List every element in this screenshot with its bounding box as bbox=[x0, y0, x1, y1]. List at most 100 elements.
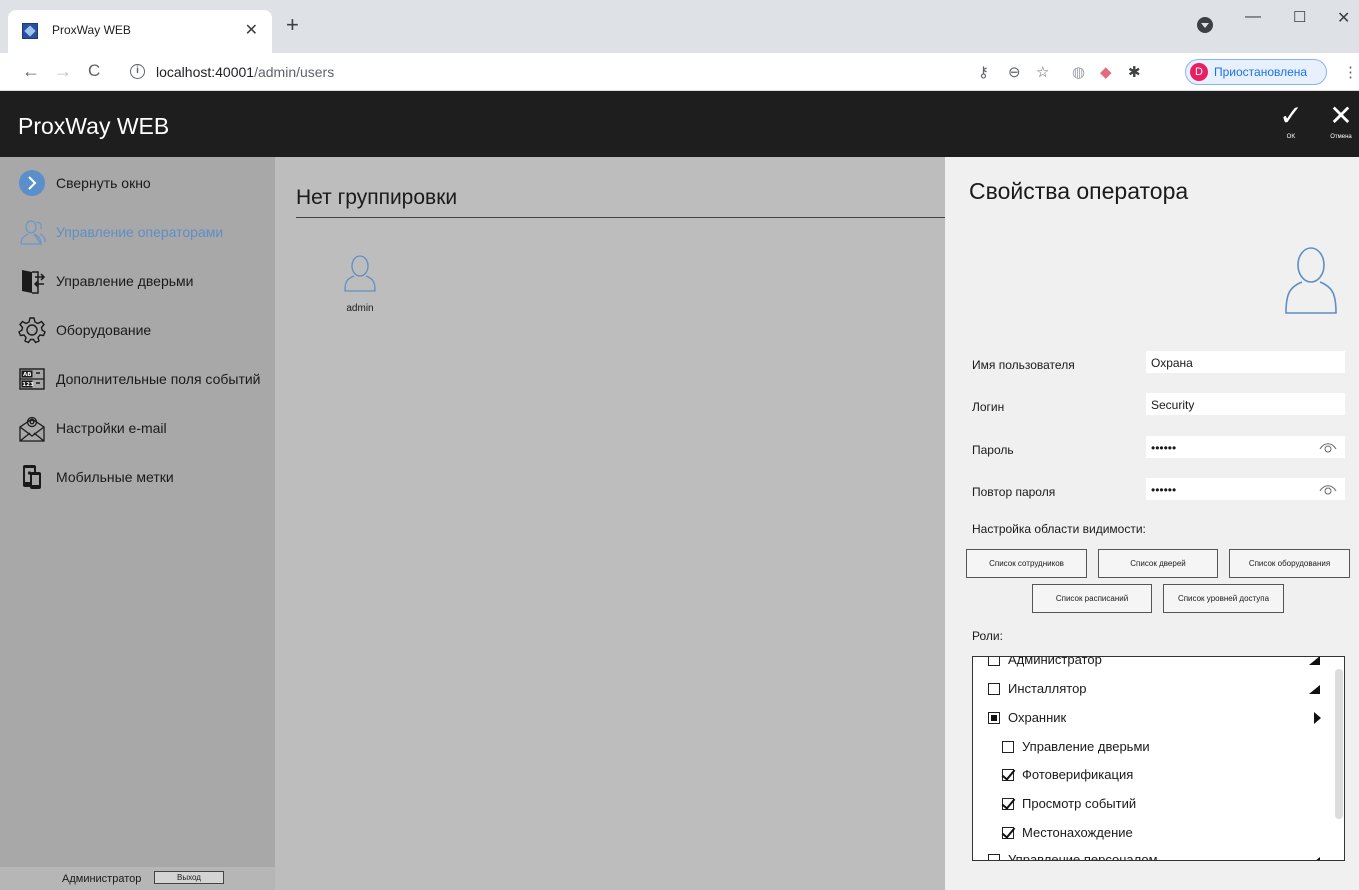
equipment-list-button[interactable]: Список оборудования bbox=[1229, 549, 1350, 578]
password-field[interactable]: •••••• bbox=[1146, 436, 1345, 458]
expand-triangle-icon[interactable] bbox=[1309, 685, 1320, 694]
expand-triangle-icon[interactable] bbox=[1309, 657, 1320, 665]
tab-search-icon[interactable] bbox=[1197, 17, 1213, 33]
roles-tree: Администратор Инсталлятор Охранник Управ… bbox=[972, 656, 1345, 861]
sidebar: Свернуть окно Управление операторами Упр… bbox=[0, 157, 275, 890]
role-checkbox[interactable] bbox=[1002, 769, 1014, 781]
username-field[interactable]: Охрана bbox=[1146, 351, 1345, 373]
address-toolbar: ← → C i localhost:40001/admin/users ⚷ ⊖ … bbox=[0, 53, 1359, 91]
password-repeat-field[interactable]: •••••• bbox=[1146, 478, 1345, 500]
cancel-label: Отмена bbox=[1330, 134, 1352, 140]
sidebar-item-label: Оборудование bbox=[56, 322, 152, 338]
globe-extension-icon[interactable]: ◍ bbox=[1072, 63, 1085, 81]
collapse-triangle-icon[interactable] bbox=[1314, 712, 1321, 724]
maximize-icon[interactable]: ☐ bbox=[1293, 8, 1306, 26]
ok-button[interactable]: ✓ OK bbox=[1271, 99, 1311, 149]
gear-icon bbox=[18, 317, 46, 344]
sidebar-item-mobile-tags[interactable]: Мобильные метки bbox=[0, 459, 275, 495]
ok-label: OK bbox=[1286, 134, 1296, 140]
door-icon bbox=[22, 270, 46, 294]
browser-tab-strip: ProxWay WEB ✕ + — ☐ ✕ bbox=[0, 0, 1359, 53]
role-label: Администратор bbox=[1008, 656, 1102, 667]
password-label: Пароль bbox=[972, 443, 1014, 457]
role-checkbox[interactable] bbox=[1002, 827, 1014, 839]
role-checkbox[interactable] bbox=[988, 683, 1000, 695]
browser-menu-icon[interactable]: ⋮ bbox=[1343, 63, 1358, 81]
sidebar-item-event-fields[interactable]: AB 123 Дополнительные поля событий bbox=[0, 361, 275, 397]
sidebar-item-equipment[interactable]: Оборудование bbox=[0, 312, 275, 348]
access-levels-list-button[interactable]: Список уровней доступа bbox=[1163, 584, 1284, 613]
role-label: Инсталлятор bbox=[1008, 681, 1087, 696]
schedules-list-button[interactable]: Список расписаний bbox=[1032, 584, 1152, 613]
fields-icon: AB 123 bbox=[19, 368, 45, 390]
sidebar-item-label: Настройки e-mail bbox=[56, 420, 167, 436]
operator-properties-panel: Свойства оператора Имя пользователя Охра… bbox=[945, 157, 1359, 890]
sidebar-item-doors[interactable]: Управление дверьми bbox=[0, 263, 275, 299]
expand-triangle-icon[interactable] bbox=[1309, 857, 1320, 860]
address-bar[interactable]: i localhost:40001/admin/users bbox=[118, 58, 973, 86]
svg-text:123: 123 bbox=[22, 382, 34, 388]
checkmark-icon: ✓ bbox=[1279, 100, 1303, 131]
group-title: Нет группировки bbox=[296, 186, 458, 209]
roles-scrollbar[interactable] bbox=[1335, 669, 1343, 819]
sidebar-item-email[interactable]: Настройки e-mail bbox=[0, 410, 275, 446]
username-label: Имя пользователя bbox=[972, 358, 1075, 372]
new-tab-icon[interactable]: + bbox=[286, 12, 299, 38]
operator-avatar-icon bbox=[1285, 247, 1337, 314]
back-icon[interactable]: ← bbox=[22, 61, 40, 82]
role-checkbox[interactable] bbox=[988, 854, 1000, 860]
show-password-eye-icon[interactable] bbox=[1319, 440, 1337, 454]
show-password-repeat-eye-icon[interactable] bbox=[1319, 482, 1337, 496]
url-text: localhost:40001/admin/users bbox=[156, 64, 335, 80]
logout-button[interactable]: Выход bbox=[154, 871, 224, 884]
profile-avatar: D bbox=[1190, 63, 1208, 81]
sidebar-item-operators[interactable]: Управление операторами bbox=[0, 214, 275, 250]
sidebar-item-label: Дополнительные поля событий bbox=[56, 371, 261, 387]
login-field[interactable]: Security bbox=[1146, 393, 1345, 415]
panel-title: Свойства оператора bbox=[969, 178, 1189, 204]
reload-icon[interactable]: C bbox=[88, 61, 100, 81]
site-info-icon[interactable]: i bbox=[130, 64, 145, 79]
password-value: •••••• bbox=[1151, 441, 1177, 455]
employees-list-button[interactable]: Список сотрудников bbox=[966, 549, 1087, 578]
window-close-icon[interactable]: ✕ bbox=[1337, 8, 1350, 28]
minimize-icon[interactable]: — bbox=[1245, 8, 1261, 26]
sidebar-item-label: Управление операторами bbox=[56, 224, 224, 240]
app-header: ProxWay WEB ✓ OK ✕ Отмена bbox=[0, 91, 1359, 157]
profile-status: Приостановлена bbox=[1214, 65, 1308, 79]
profile-button[interactable]: D Приостановлена bbox=[1185, 59, 1327, 85]
key-icon[interactable]: ⚷ bbox=[978, 63, 989, 81]
close-icon: ✕ bbox=[1329, 100, 1353, 131]
cancel-button[interactable]: ✕ Отмена bbox=[1321, 99, 1359, 149]
tab-title: ProxWay WEB bbox=[52, 23, 131, 37]
role-label: Просмотр событий bbox=[1022, 796, 1137, 811]
user-card[interactable]: admin bbox=[335, 249, 385, 319]
doors-list-button[interactable]: Список дверей bbox=[1098, 549, 1218, 578]
sidebar-item-collapse[interactable]: Свернуть окно bbox=[0, 165, 275, 201]
role-checkbox[interactable] bbox=[1002, 798, 1014, 810]
role-label: Управление дверьми bbox=[1022, 739, 1150, 754]
role-checkbox[interactable] bbox=[988, 657, 1000, 666]
mobile-icon bbox=[23, 465, 41, 489]
forward-icon[interactable]: → bbox=[54, 61, 72, 82]
scope-settings-label: Настройка области видимости: bbox=[972, 522, 1146, 536]
role-label: Фотоверификация bbox=[1022, 767, 1134, 782]
password-repeat-label: Повтор пароля bbox=[972, 485, 1056, 499]
zoom-icon[interactable]: ⊖ bbox=[1008, 63, 1021, 81]
role-checkbox[interactable] bbox=[988, 712, 1000, 724]
operators-icon bbox=[20, 220, 46, 246]
group-divider bbox=[296, 217, 945, 218]
role-checkbox[interactable] bbox=[1002, 741, 1014, 753]
login-label: Логин bbox=[972, 400, 1005, 414]
bookmark-star-icon[interactable]: ☆ bbox=[1036, 63, 1049, 81]
browser-tab[interactable]: ProxWay WEB ✕ bbox=[8, 10, 272, 53]
roles-label: Роли: bbox=[972, 629, 1003, 643]
sidebar-item-label: Управление дверьми bbox=[56, 273, 194, 289]
username-value: Охрана bbox=[1151, 356, 1193, 370]
collapse-icon bbox=[19, 170, 45, 196]
role-label: Управление персоналом bbox=[1008, 852, 1158, 861]
puzzle-icon[interactable]: ✱ bbox=[1128, 63, 1141, 81]
extension-icon[interactable]: ◆ bbox=[1100, 63, 1112, 81]
svg-text:AB: AB bbox=[23, 372, 31, 378]
tab-close-icon[interactable]: ✕ bbox=[245, 20, 258, 40]
